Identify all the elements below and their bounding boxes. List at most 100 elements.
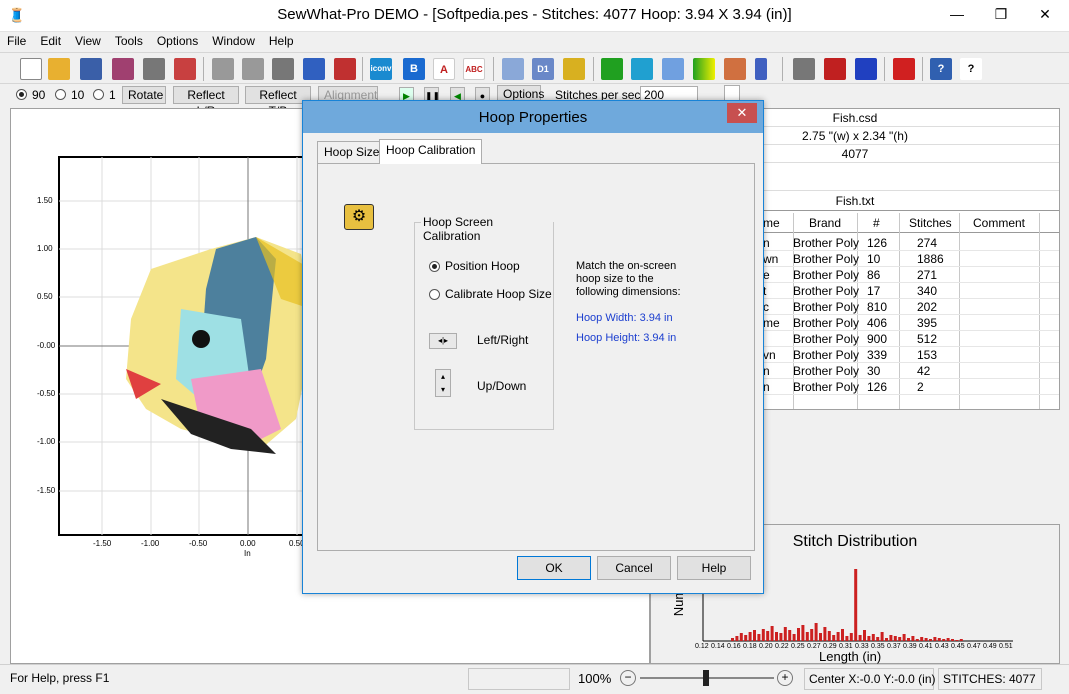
center-readout: Center X:-0.0 Y:-0.0 (in) bbox=[804, 668, 936, 690]
zoom-slider-thumb[interactable] bbox=[703, 670, 709, 686]
cut-icon[interactable] bbox=[212, 58, 234, 80]
calibration-tab-page: ⚙ Hoop Screen Calibration Position Hoop … bbox=[317, 163, 755, 551]
tab-hoop-size[interactable]: Hoop Size bbox=[317, 141, 387, 163]
ok-button[interactable]: OK bbox=[517, 556, 591, 580]
x-tick: -1.00 bbox=[141, 539, 160, 548]
rot1-radio[interactable] bbox=[93, 89, 104, 100]
header-number: # bbox=[873, 216, 880, 230]
hist-x-tick: 0.43 bbox=[935, 643, 949, 650]
hist-bar bbox=[880, 632, 884, 641]
menu-help[interactable]: Help bbox=[262, 32, 301, 48]
hist-x-tick: 0.31 bbox=[839, 643, 853, 650]
save-as-icon[interactable] bbox=[112, 58, 134, 80]
zoom-in-icon[interactable]: + bbox=[777, 670, 793, 686]
spell-icon[interactable]: ABC bbox=[463, 58, 485, 80]
menu-edit[interactable]: Edit bbox=[33, 32, 68, 48]
hist-bar bbox=[929, 639, 932, 641]
dialog-close-button[interactable]: ✕ bbox=[727, 103, 757, 123]
new-file-icon[interactable] bbox=[20, 58, 42, 80]
hist-bar bbox=[735, 636, 739, 641]
table-cell: Brother Poly bbox=[793, 236, 860, 250]
hist-bar bbox=[779, 633, 783, 641]
hist-bar bbox=[753, 630, 756, 641]
undo-icon[interactable] bbox=[303, 58, 325, 80]
copy-design-icon[interactable] bbox=[502, 58, 524, 80]
bold-text-icon[interactable]: B bbox=[403, 58, 425, 80]
y-tick: -0.50 bbox=[37, 389, 56, 398]
copy-icon[interactable] bbox=[242, 58, 264, 80]
table-cell: 42 bbox=[917, 364, 931, 378]
menu-tools[interactable]: Tools bbox=[108, 32, 150, 48]
minimize-button[interactable]: — bbox=[935, 0, 979, 28]
hist-bar bbox=[889, 635, 893, 641]
close-button[interactable]: ✕ bbox=[1023, 0, 1067, 28]
cancel-button[interactable]: Cancel bbox=[597, 556, 671, 580]
menu-view[interactable]: View bbox=[68, 32, 108, 48]
hist-bar bbox=[893, 636, 897, 641]
zoom-out-icon[interactable]: − bbox=[620, 670, 636, 686]
hist-bar bbox=[731, 638, 734, 641]
left-right-spinner[interactable]: ◂|▸ bbox=[429, 333, 457, 349]
hist-bar bbox=[744, 635, 748, 641]
text-tool-icon[interactable]: A bbox=[433, 58, 455, 80]
shield-icon[interactable]: ? bbox=[930, 58, 952, 80]
context-help-icon[interactable]: ? bbox=[960, 58, 982, 80]
menu-options[interactable]: Options bbox=[150, 32, 205, 48]
hist-x-tick: 0.12 bbox=[695, 643, 709, 650]
calibrate-hoop-radio[interactable] bbox=[429, 289, 440, 300]
hist-bar bbox=[801, 625, 805, 641]
rotate-button[interactable]: Rotate bbox=[122, 86, 166, 104]
export-icon[interactable] bbox=[174, 58, 196, 80]
table-cell: 2 bbox=[917, 380, 924, 394]
color-icon[interactable] bbox=[693, 58, 715, 80]
restore-button[interactable]: ❐ bbox=[979, 0, 1023, 28]
hist-bar bbox=[810, 629, 814, 641]
grid-icon[interactable] bbox=[334, 58, 356, 80]
menu-file[interactable]: File bbox=[0, 32, 33, 48]
hist-bar bbox=[871, 634, 875, 641]
print-icon[interactable] bbox=[143, 58, 165, 80]
table-cell: n bbox=[763, 364, 770, 378]
hist-bar bbox=[841, 629, 844, 641]
hist-x-tick: 0.20 bbox=[759, 643, 773, 650]
menu-window[interactable]: Window bbox=[205, 32, 262, 48]
table-cell: Brother Poly bbox=[793, 364, 860, 378]
hist-bar bbox=[788, 630, 792, 641]
rot90-label: 90 bbox=[32, 88, 46, 102]
hist-bar bbox=[819, 633, 822, 641]
needle-icon[interactable] bbox=[755, 58, 767, 80]
reflect-lr-button[interactable]: Reflect L/R bbox=[173, 86, 239, 118]
position-hoop-radio[interactable] bbox=[429, 261, 440, 272]
hoop-properties-dialog: Hoop Properties ✕ Hoop Size Hoop Calibra… bbox=[302, 100, 764, 594]
open-folder-icon[interactable] bbox=[48, 58, 70, 80]
shirt-icon[interactable] bbox=[631, 58, 653, 80]
rot1-label: 1 bbox=[109, 88, 116, 102]
status-field bbox=[468, 668, 570, 690]
hoop-icon[interactable] bbox=[662, 58, 684, 80]
rot90-radio[interactable] bbox=[16, 89, 27, 100]
paste-icon[interactable] bbox=[272, 58, 294, 80]
window-tile-icon[interactable] bbox=[893, 58, 915, 80]
shirt-gray-icon[interactable] bbox=[793, 58, 815, 80]
color-merge-icon[interactable] bbox=[855, 58, 877, 80]
header-comment: Comment bbox=[973, 216, 1026, 230]
save-icon[interactable] bbox=[80, 58, 102, 80]
hoop-screen-calibration-group: Hoop Screen Calibration Position Hoop Ca… bbox=[414, 215, 554, 430]
machine-icon[interactable] bbox=[563, 58, 585, 80]
hist-x-tick: 0.25 bbox=[791, 643, 805, 650]
hist-bar bbox=[920, 637, 924, 641]
table-cell: n bbox=[763, 380, 770, 394]
convert-icon[interactable]: iconv bbox=[370, 58, 392, 80]
rot10-radio[interactable] bbox=[55, 89, 66, 100]
hist-bar bbox=[766, 631, 770, 641]
image-icon[interactable] bbox=[724, 58, 746, 80]
design-info-icon[interactable]: D1 bbox=[532, 58, 554, 80]
color-sort-icon[interactable] bbox=[824, 58, 846, 80]
instruction-text: Match the on-screen hoop size to the fol… bbox=[576, 260, 681, 298]
stop-icon[interactable] bbox=[601, 58, 623, 80]
table-cell: 126 bbox=[867, 236, 888, 250]
help-button[interactable]: Help bbox=[677, 556, 751, 580]
hist-bar bbox=[885, 638, 888, 641]
up-down-spinner[interactable]: ▴ ▾ bbox=[435, 369, 451, 397]
tab-hoop-calibration[interactable]: Hoop Calibration bbox=[379, 139, 483, 164]
